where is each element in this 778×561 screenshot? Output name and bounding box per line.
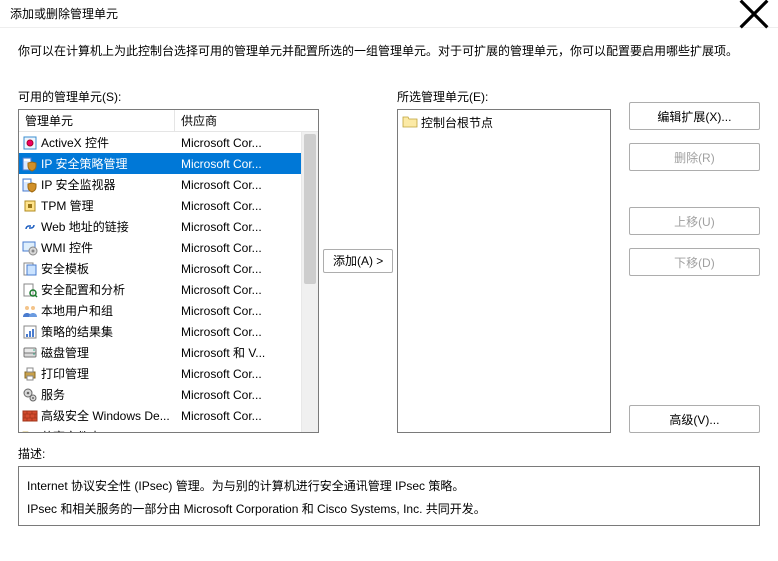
folder-share-icon [22,429,38,433]
gears-icon [22,387,38,403]
snapin-name: 本地用户和组 [41,302,113,319]
snapin-name: TPM 管理 [41,197,94,214]
gear-monitor-icon [22,240,38,256]
snapin-vendor: Microsoft 和 V... [175,344,318,361]
firewall-icon [22,408,38,424]
users-icon [22,303,38,319]
snapin-vendor: Microsoft Cor... [175,178,318,192]
selected-label: 所选管理单元(E): [397,88,611,105]
snapin-vendor: Microsoft Cor... [175,241,318,255]
activex-icon [22,135,38,151]
description-text-2: IPsec 和相关服务的一部分由 Microsoft Corporation 和… [27,498,751,521]
chip-icon [22,198,38,214]
snapin-name: 服务 [41,386,65,403]
available-label: 可用的管理单元(S): [18,88,319,105]
snapin-name: 安全配置和分析 [41,281,125,298]
list-item[interactable]: ActiveX 控件 Microsoft Cor... [19,132,318,153]
list-item[interactable]: 服务 Microsoft Cor... [19,384,318,405]
scrollbar[interactable] [301,132,318,432]
available-snapins-list[interactable]: 管理单元 供应商 ActiveX 控件Microsoft Cor...IP 安全… [18,109,319,433]
snapin-name: IP 安全策略管理 [41,155,127,172]
tree-root-label: 控制台根节点 [421,114,493,131]
analyze-icon [22,282,38,298]
move-up-button[interactable]: 上移(U) [629,207,760,235]
close-icon [738,0,770,30]
snapin-name: 共享文件夹 [41,428,101,432]
list-item[interactable]: IP 安全策略管理 Microsoft Cor... [19,153,318,174]
list-item[interactable]: IP 安全监视器 Microsoft Cor... [19,174,318,195]
list-item[interactable]: 安全模板 Microsoft Cor... [19,258,318,279]
dialog-title: 添加或删除管理单元 [10,5,118,22]
tree-root-node[interactable]: 控制台根节点 [402,113,606,131]
add-button[interactable]: 添加(A) > [323,249,393,273]
printer-icon [22,366,38,382]
list-header: 管理单元 供应商 [19,110,318,132]
snapin-vendor: Microsoft Cor... [175,304,318,318]
list-item[interactable]: 共享文件夹 Microsoft Cor... [19,426,318,432]
snapin-vendor: Microsoft Cor... [175,430,318,433]
snapin-vendor: Microsoft Cor... [175,388,318,402]
snapin-name: ActiveX 控件 [41,134,109,151]
list-item[interactable]: 磁盘管理 Microsoft 和 V... [19,342,318,363]
list-item[interactable]: 安全配置和分析 Microsoft Cor... [19,279,318,300]
description-label: 描述: [18,445,760,462]
snapin-name: Web 地址的链接 [41,218,129,235]
scrollbar-thumb[interactable] [304,134,316,284]
snapin-vendor: Microsoft Cor... [175,136,318,150]
results-icon [22,324,38,340]
folder-icon [402,114,418,130]
advanced-button[interactable]: 高级(V)... [629,405,760,433]
selected-snapins-tree[interactable]: 控制台根节点 [397,109,611,433]
snapin-vendor: Microsoft Cor... [175,262,318,276]
list-item[interactable]: Web 地址的链接 Microsoft Cor... [19,216,318,237]
description-text: Internet 协议安全性 (IPsec) 管理。为与别的计算机进行安全通讯管… [27,475,751,498]
column-name[interactable]: 管理单元 [19,110,175,131]
template-icon [22,261,38,277]
snapin-vendor: Microsoft Cor... [175,367,318,381]
list-item[interactable]: WMI 控件 Microsoft Cor... [19,237,318,258]
snapin-vendor: Microsoft Cor... [175,283,318,297]
snapin-name: 策略的结果集 [41,323,113,340]
shield-server-icon [22,177,38,193]
snapin-name: 打印管理 [41,365,89,382]
list-item[interactable]: 高级安全 Windows De... Microsoft Cor... [19,405,318,426]
snapin-vendor: Microsoft Cor... [175,157,318,171]
edit-extensions-button[interactable]: 编辑扩展(X)... [629,102,760,130]
list-item[interactable]: 策略的结果集 Microsoft Cor... [19,321,318,342]
snapin-vendor: Microsoft Cor... [175,409,318,423]
snapin-name: 安全模板 [41,260,89,277]
list-item[interactable]: TPM 管理 Microsoft Cor... [19,195,318,216]
snapin-name: WMI 控件 [41,239,93,256]
link-icon [22,219,38,235]
snapin-vendor: Microsoft Cor... [175,220,318,234]
move-down-button[interactable]: 下移(D) [629,248,760,276]
description-box: Internet 协议安全性 (IPsec) 管理。为与别的计算机进行安全通讯管… [18,466,760,526]
column-vendor[interactable]: 供应商 [175,110,318,132]
snapin-name: IP 安全监视器 [41,176,115,193]
instruction-text: 你可以在计算机上为此控制台选择可用的管理单元并配置所选的一组管理单元。对于可扩展… [18,42,760,60]
snapin-vendor: Microsoft Cor... [175,199,318,213]
close-button[interactable] [738,4,770,24]
snapin-name: 磁盘管理 [41,344,89,361]
list-item[interactable]: 打印管理 Microsoft Cor... [19,363,318,384]
snapin-name: 高级安全 Windows De... [41,407,170,424]
disk-icon [22,345,38,361]
shield-server-icon [22,156,38,172]
list-item[interactable]: 本地用户和组 Microsoft Cor... [19,300,318,321]
remove-button[interactable]: 删除(R) [629,143,760,171]
snapin-vendor: Microsoft Cor... [175,325,318,339]
